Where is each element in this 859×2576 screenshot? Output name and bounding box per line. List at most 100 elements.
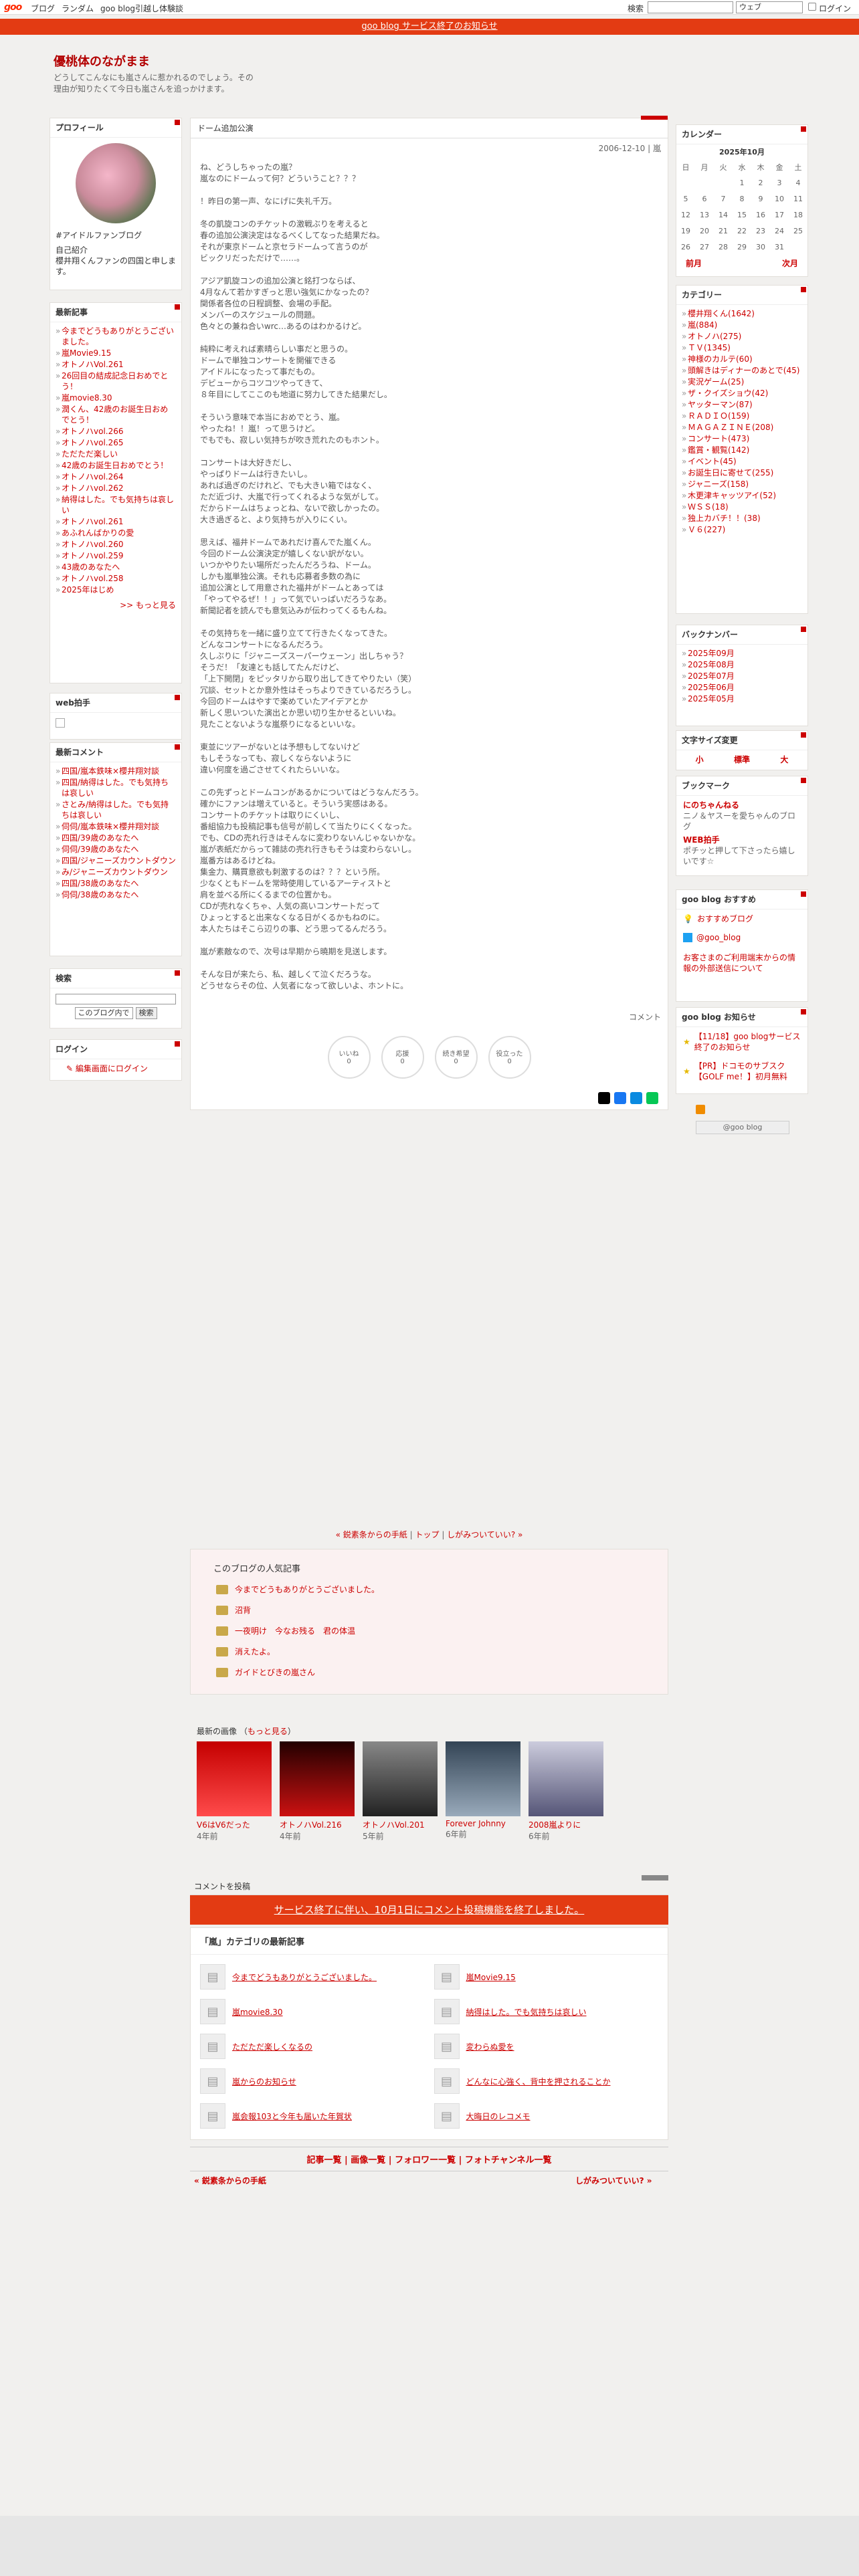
recent-post-item[interactable]: 今までどうもありがとうございました。 bbox=[56, 326, 176, 347]
calendar-day[interactable]: 2 bbox=[751, 175, 770, 191]
recent-comment-item[interactable]: 伺伺/嵐本鉄味×櫻井翔対談 bbox=[56, 821, 176, 832]
reaction-button[interactable]: いいね 0 bbox=[327, 1036, 371, 1079]
calendar-day[interactable]: 30 bbox=[751, 239, 770, 255]
category-post-item[interactable]: ▤ 変わらぬ愛を bbox=[434, 2034, 659, 2059]
recent-post-item[interactable]: オトノハVol.261 bbox=[56, 359, 176, 370]
image-caption[interactable]: オトノハVol.201 bbox=[363, 1819, 438, 1830]
recent-post-item[interactable]: ただただ楽しい bbox=[56, 449, 176, 459]
footer-next-link[interactable]: しがみついていい? » bbox=[575, 2175, 652, 2186]
category-post-item[interactable]: ▤ 嵐movie8.30 bbox=[200, 1999, 425, 2024]
recent-comment-item[interactable]: 伺伺/39歳のあなたへ bbox=[56, 844, 176, 855]
next-post-link[interactable]: しがみついていい? » bbox=[447, 1530, 522, 1539]
external-data-notice[interactable]: お客さまのご利用端末からの情報の外部送信について bbox=[676, 947, 807, 979]
calendar-day[interactable]: 27 bbox=[695, 239, 714, 255]
font-normal-button[interactable]: 標準 bbox=[734, 754, 750, 765]
blog-search-button[interactable]: 検索 bbox=[135, 1007, 157, 1019]
category-post-label[interactable]: 大晦日のレコメモ bbox=[466, 2111, 531, 2122]
reaction-button[interactable]: 続き希望 0 bbox=[434, 1036, 478, 1079]
popular-post-item[interactable]: ガイドとびきの嵐さん bbox=[191, 1657, 668, 1678]
recent-post-item[interactable]: 納得はした。でも気持ちは哀しい bbox=[56, 494, 176, 516]
calendar-day[interactable]: 22 bbox=[733, 223, 751, 239]
category-post-item[interactable]: ▤ 納得はした。でも気持ちは哀しい bbox=[434, 1999, 659, 2024]
prev-month-link[interactable]: 前月 bbox=[686, 258, 702, 269]
latest-image[interactable]: 2008嵐よりに 6年前 bbox=[529, 1741, 603, 1842]
popular-post-label[interactable]: 消えたよ。 bbox=[235, 1646, 275, 1657]
footer-prev-link[interactable]: « 鋭素条からの手紙 bbox=[194, 2175, 266, 2186]
reaction-button[interactable]: 役立った 0 bbox=[488, 1036, 531, 1079]
thumbnail-image[interactable] bbox=[197, 1741, 272, 1816]
calendar-day[interactable]: 4 bbox=[789, 175, 807, 191]
popular-post-item[interactable]: 一夜明け 今なお残る 君の体温 bbox=[191, 1616, 668, 1636]
category-post-label[interactable]: 嵐movie8.30 bbox=[232, 2006, 283, 2018]
latest-image[interactable]: V6はV6だった 4年前 bbox=[197, 1741, 272, 1842]
thumbnail-image[interactable] bbox=[529, 1741, 603, 1816]
category-item[interactable]: ヤッターマン(87) bbox=[682, 399, 802, 410]
calendar-day[interactable]: 1 bbox=[733, 175, 751, 191]
recent-post-item[interactable]: あふれんばかりの愛 bbox=[56, 528, 176, 538]
latest-images-more[interactable]: もっと見る bbox=[248, 1727, 288, 1736]
category-post-item[interactable]: ▤ 大晦日のレコメモ bbox=[434, 2103, 659, 2129]
calendar-day[interactable]: 7 bbox=[714, 191, 733, 207]
category-post-label[interactable]: 嵐会報103と今年も届いた年賀状 bbox=[232, 2111, 352, 2122]
thumbnail-image[interactable] bbox=[363, 1741, 438, 1816]
recent-post-item[interactable]: オトノハvol.266 bbox=[56, 426, 176, 437]
avatar[interactable] bbox=[76, 143, 156, 223]
edit-login-link[interactable]: ✎ 編集画面にログイン bbox=[50, 1059, 181, 1078]
recent-post-item[interactable]: オトノハvol.265 bbox=[56, 437, 176, 448]
popular-post-label[interactable]: 今までどうもありがとうございました。 bbox=[235, 1584, 379, 1595]
twitter-link[interactable]: @goo_blog bbox=[676, 928, 807, 947]
image-caption[interactable]: オトノハVol.216 bbox=[280, 1819, 355, 1830]
category-post-item[interactable]: ▤ どんなに心強く、背中を押されることか bbox=[434, 2068, 659, 2094]
recent-post-item[interactable]: 42歳のお誕生日おめでとう！ bbox=[56, 460, 176, 471]
popular-post-item[interactable]: 今までどうもありがとうございました。 bbox=[191, 1574, 668, 1595]
category-post-label[interactable]: ただただ楽しくなるの bbox=[232, 2041, 312, 2052]
category-item[interactable]: ＭＡＧＡＺＩＮＥ(208) bbox=[682, 422, 802, 433]
category-item[interactable]: 櫻井翔くん(1642) bbox=[682, 308, 802, 319]
category-item[interactable]: 実況ゲーム(25) bbox=[682, 377, 802, 387]
next-month-link[interactable]: 次月 bbox=[782, 258, 798, 269]
recent-comment-item[interactable]: さとみ/納得はした。でも気持ちは哀しい bbox=[56, 799, 176, 821]
image-caption[interactable]: V6はV6だった bbox=[197, 1819, 272, 1830]
bookmark-link[interactable]: にのちゃんねる bbox=[683, 800, 801, 811]
calendar-day[interactable]: 26 bbox=[676, 239, 695, 255]
latest-image[interactable]: オトノハVol.216 4年前 bbox=[280, 1741, 355, 1842]
category-post-item[interactable]: ▤ ただただ楽しくなるの bbox=[200, 2034, 425, 2059]
backnumber-item[interactable]: 2025年09月 bbox=[682, 648, 802, 659]
thumbnail-image[interactable] bbox=[446, 1741, 520, 1816]
recent-post-item[interactable]: オトノハvol.260 bbox=[56, 539, 176, 550]
rss-icon[interactable] bbox=[696, 1105, 705, 1114]
x-share-icon[interactable] bbox=[598, 1092, 610, 1104]
calendar-day[interactable]: 13 bbox=[695, 207, 714, 223]
hatena-share-icon[interactable] bbox=[630, 1092, 642, 1104]
calendar-day[interactable]: 31 bbox=[770, 239, 789, 255]
blog-search-input[interactable] bbox=[56, 994, 176, 1004]
category-post-item[interactable]: ▤ 嵐会報103と今年も届いた年賀状 bbox=[200, 2103, 425, 2129]
recent-post-item[interactable]: 嵐Movie9.15 bbox=[56, 348, 176, 358]
recent-post-item[interactable]: 43歳のあなたへ bbox=[56, 562, 176, 572]
backnumber-item[interactable]: 2025年06月 bbox=[682, 682, 802, 693]
category-post-label[interactable]: 嵐Movie9.15 bbox=[466, 1971, 516, 1983]
category-post-label[interactable]: 今までどうもありがとうございました。 bbox=[232, 1971, 377, 1983]
category-item[interactable]: 嵐(884) bbox=[682, 320, 802, 330]
calendar-day[interactable]: 11 bbox=[789, 191, 807, 207]
category-item[interactable]: 頭解きはディナーのあとで(45) bbox=[682, 365, 802, 376]
calendar-day[interactable]: 15 bbox=[733, 207, 751, 223]
more-posts-link[interactable]: >> もっと見る bbox=[50, 599, 181, 612]
reaction-button[interactable]: 応援 0 bbox=[381, 1036, 424, 1079]
calendar-day[interactable]: 29 bbox=[733, 239, 751, 255]
category-item[interactable]: 独上カバチ！！(38) bbox=[682, 513, 802, 524]
calendar-day[interactable]: 16 bbox=[751, 207, 770, 223]
popular-post-label[interactable]: 一夜明け 今なお残る 君の体温 bbox=[235, 1625, 355, 1636]
recent-post-item[interactable]: オトノハvol.262 bbox=[56, 483, 176, 494]
thumbnail-image[interactable] bbox=[280, 1741, 355, 1816]
calendar-day[interactable]: 9 bbox=[751, 191, 770, 207]
popular-post-label[interactable]: 沼背 bbox=[235, 1604, 251, 1616]
category-post-label[interactable]: どんなに心強く、背中を押されることか bbox=[466, 2076, 611, 2087]
goo-logo[interactable]: goo bbox=[4, 2, 22, 13]
recent-post-item[interactable]: オトノハvol.261 bbox=[56, 516, 176, 527]
category-post-item[interactable]: ▤ 嵐からのお知らせ bbox=[200, 2068, 425, 2094]
calendar-day[interactable]: 3 bbox=[770, 175, 789, 191]
category-item[interactable]: コンサート(473) bbox=[682, 433, 802, 444]
recent-post-item[interactable]: 26回目の結成記念日おめでとう！ bbox=[56, 370, 176, 392]
facebook-share-icon[interactable] bbox=[614, 1092, 626, 1104]
